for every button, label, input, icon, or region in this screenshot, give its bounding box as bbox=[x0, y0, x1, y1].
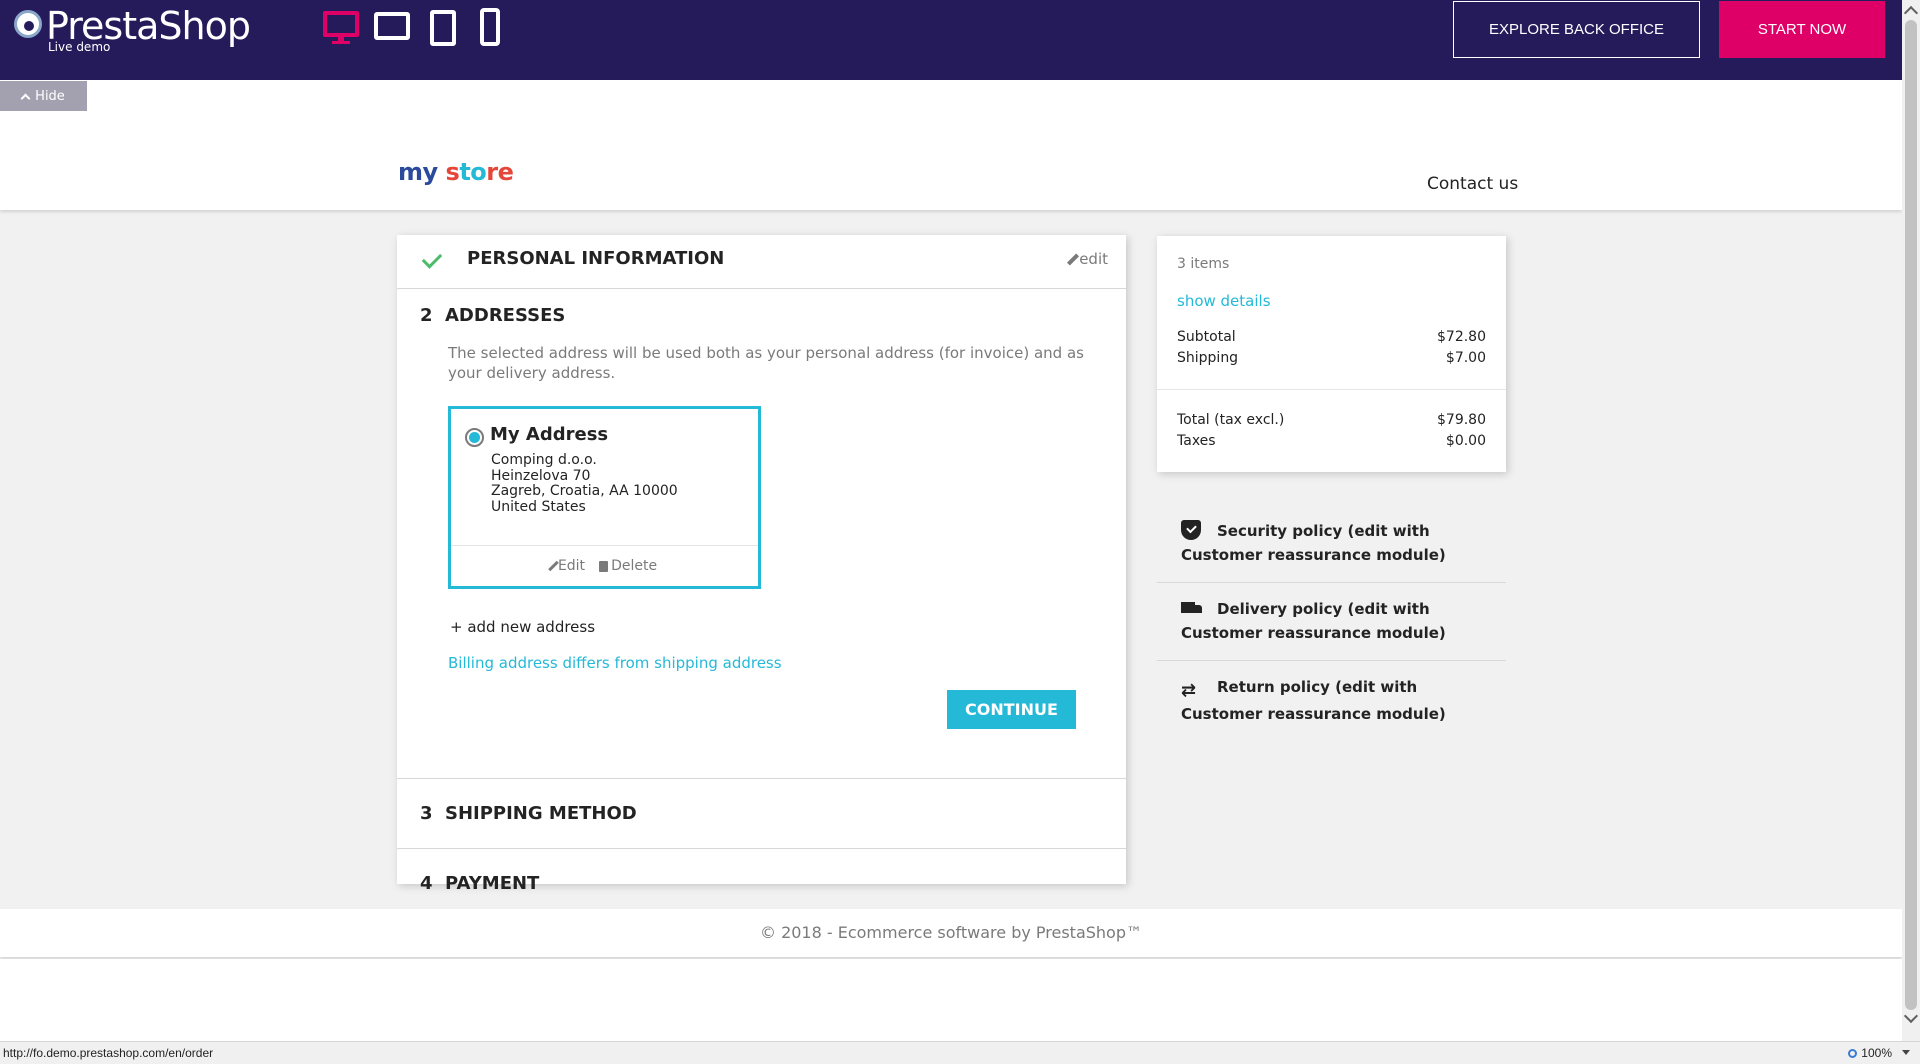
hide-demo-bar-button[interactable]: Hide bbox=[0, 81, 87, 111]
desktop-view-icon[interactable] bbox=[322, 8, 362, 46]
return-policy: ⇄ Return policy (edit with Customer reass… bbox=[1181, 678, 1446, 723]
pencil-icon bbox=[1067, 252, 1080, 266]
items-count: 3 items bbox=[1177, 256, 1230, 272]
magnifier-icon bbox=[1848, 1048, 1858, 1058]
step-number: 2 bbox=[420, 305, 433, 326]
add-new-address-link[interactable]: + add new address bbox=[450, 618, 595, 636]
check-icon bbox=[421, 248, 443, 269]
page-bottom-area bbox=[0, 959, 1902, 1041]
address-alias: My Address bbox=[490, 424, 609, 445]
shield-icon bbox=[1181, 520, 1201, 540]
zoom-dropdown-icon[interactable] bbox=[1902, 1050, 1910, 1055]
step-title: Personal Information bbox=[467, 248, 725, 269]
status-url: http://fo.demo.prestashop.com/en/order bbox=[3, 1046, 214, 1060]
store-logo[interactable]: my store bbox=[398, 158, 514, 186]
step-number: 4 bbox=[420, 873, 433, 894]
swap-arrows-icon: ⇄ bbox=[1181, 680, 1197, 701]
address-lines: Comping d.o.o. Heinzelova 70 Zagreb, Cro… bbox=[491, 452, 678, 515]
addresses-description: The selected address will be used both a… bbox=[448, 344, 1084, 382]
demo-top-bar: PrestaShop Live demo EXPLORE BACK OFFICE… bbox=[0, 0, 1902, 80]
store-header: my store Contact us bbox=[0, 80, 1902, 210]
truck-icon bbox=[1181, 598, 1202, 618]
step-shipping-method[interactable]: 3 Shipping Method bbox=[397, 779, 1126, 849]
address-actions: Edit Delete bbox=[451, 545, 758, 586]
scroll-down-icon[interactable] bbox=[1903, 1008, 1919, 1024]
start-now-button[interactable]: START NOW bbox=[1719, 1, 1885, 58]
browser-status-bar: http://fo.demo.prestashop.com/en/order 1… bbox=[0, 1041, 1920, 1064]
taxes-row: Taxes $0.00 bbox=[1177, 433, 1486, 449]
scroll-thumb[interactable] bbox=[1905, 20, 1917, 1010]
page-footer: © 2018 - Ecommerce software by PrestaSho… bbox=[0, 909, 1902, 957]
checkout-steps: Personal Information edit 2 Addresses Th… bbox=[397, 235, 1126, 894]
zoom-control[interactable]: 100% bbox=[1848, 1046, 1892, 1060]
step-addresses: 2 Addresses The selected address will be… bbox=[397, 289, 1126, 779]
vertical-scrollbar[interactable] bbox=[1902, 0, 1920, 1041]
live-demo-label: Live demo bbox=[48, 40, 111, 54]
mobile-view-icon[interactable] bbox=[480, 8, 502, 46]
prestashop-logo[interactable]: PrestaShop Live demo bbox=[14, 4, 274, 56]
scroll-up-icon[interactable] bbox=[1903, 5, 1919, 21]
billing-address-differs-link[interactable]: Billing address differs from shipping ad… bbox=[448, 654, 782, 672]
step-title: Payment bbox=[445, 873, 540, 894]
contact-us-link[interactable]: Contact us bbox=[1427, 174, 1518, 194]
edit-personal-info-link[interactable]: edit bbox=[1067, 250, 1108, 268]
show-details-link[interactable]: show details bbox=[1177, 292, 1271, 310]
cart-summary: 3 items show details Subtotal $72.80 Shi… bbox=[1157, 236, 1506, 472]
hide-label: Hide bbox=[35, 88, 65, 104]
copyright-text[interactable]: © 2018 - Ecommerce software by PrestaSho… bbox=[0, 923, 1902, 942]
summary-divider bbox=[1157, 389, 1506, 390]
security-policy: Security policy (edit with Customer reas… bbox=[1157, 519, 1506, 583]
address-card[interactable]: My Address Comping d.o.o. Heinzelova 70 … bbox=[448, 406, 761, 589]
total-row: Total (tax excl.) $79.80 bbox=[1177, 412, 1486, 428]
delivery-policy: Delivery policy (edit with Customer reas… bbox=[1157, 597, 1506, 661]
tablet-portrait-view-icon[interactable] bbox=[430, 8, 458, 46]
edit-address-link[interactable]: Edit bbox=[548, 558, 585, 574]
step-title: Addresses bbox=[445, 305, 566, 326]
step-number: 3 bbox=[420, 803, 433, 824]
address-radio[interactable] bbox=[465, 428, 484, 447]
step-payment[interactable]: 4 Payment bbox=[397, 849, 1126, 894]
step-title: Shipping Method bbox=[445, 803, 637, 824]
prestashop-mascot-icon bbox=[14, 10, 42, 38]
trash-icon bbox=[599, 560, 609, 572]
chevron-up-icon bbox=[20, 93, 31, 103]
delete-address-link[interactable]: Delete bbox=[599, 558, 657, 574]
tablet-landscape-view-icon[interactable] bbox=[374, 8, 410, 40]
continue-button[interactable]: Continue bbox=[947, 690, 1076, 729]
step-personal-information[interactable]: Personal Information edit bbox=[397, 235, 1126, 289]
shipping-row: Shipping $7.00 bbox=[1177, 350, 1486, 366]
subtotal-row: Subtotal $72.80 bbox=[1177, 329, 1486, 345]
explore-back-office-button[interactable]: EXPLORE BACK OFFICE bbox=[1453, 1, 1700, 58]
